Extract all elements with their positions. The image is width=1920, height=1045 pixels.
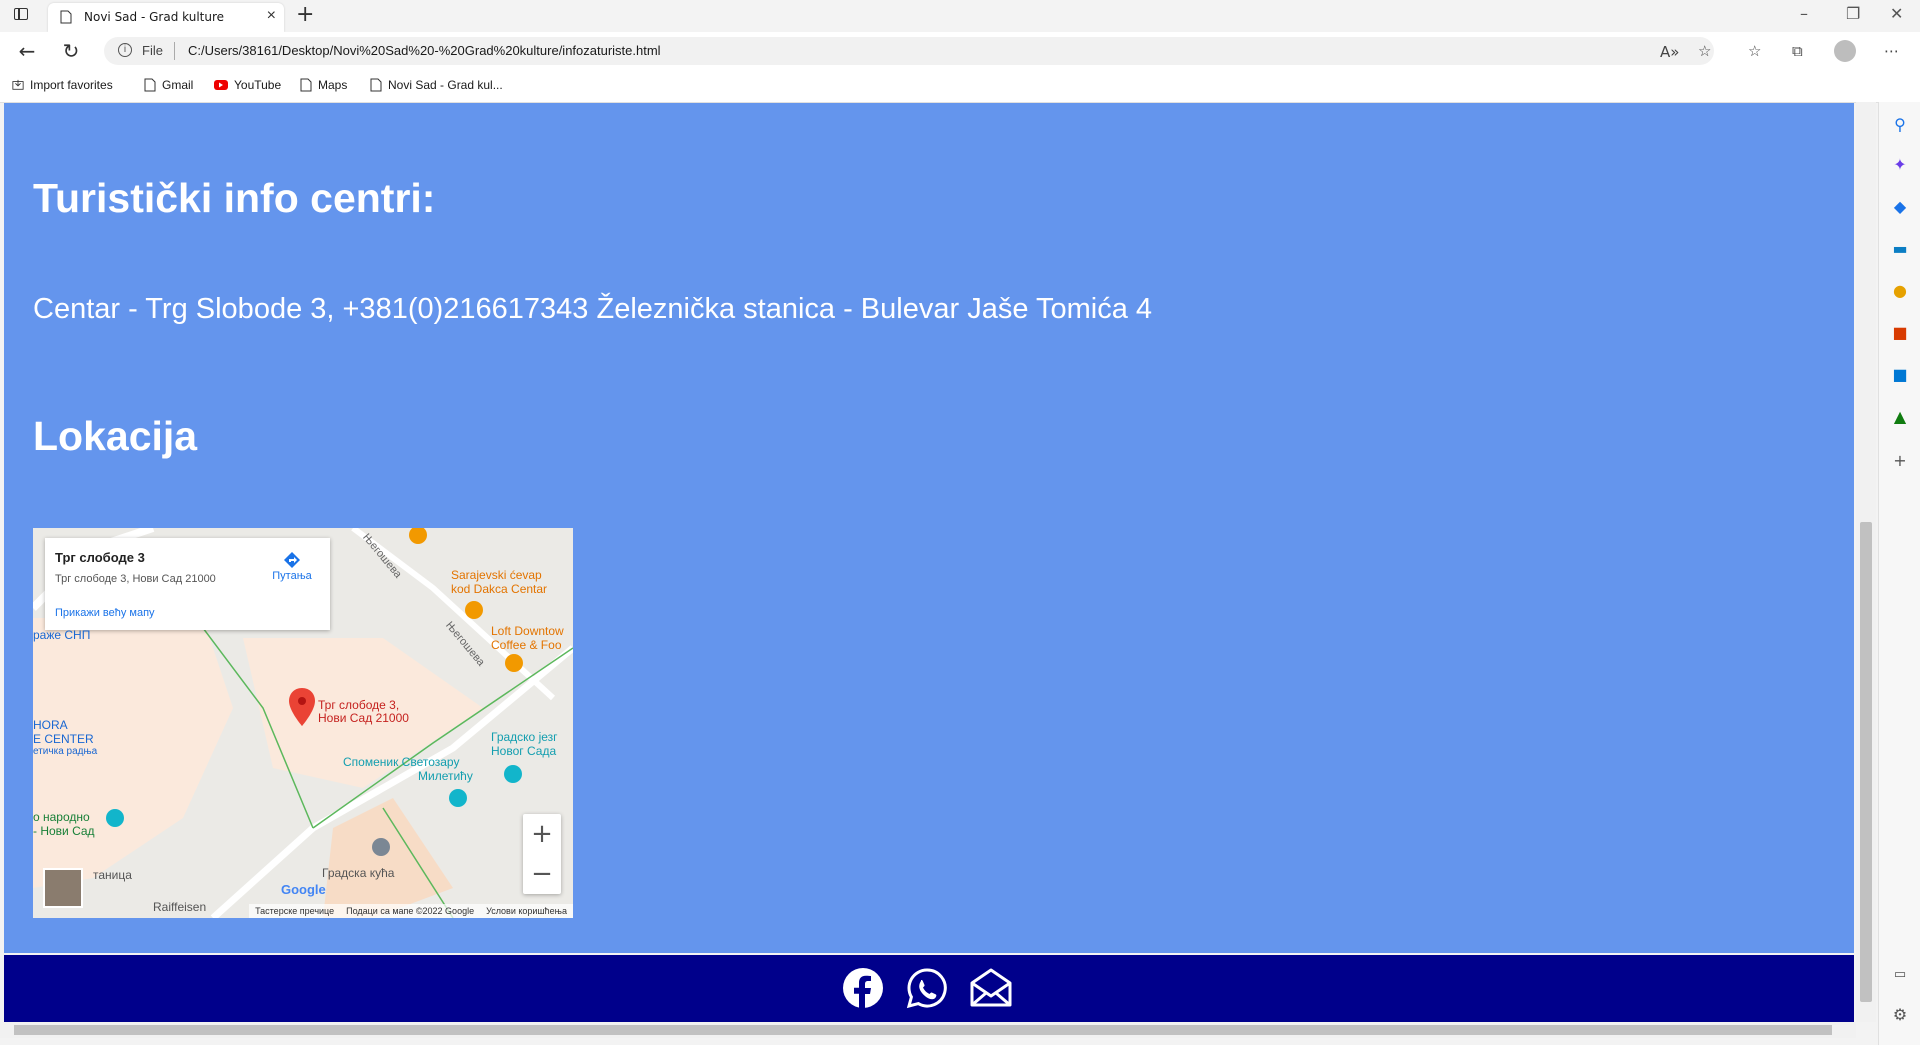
location-heading: Lokacija [33, 413, 198, 459]
window-close-icon[interactable]: ✕ [1890, 4, 1903, 23]
youtube-icon [214, 80, 228, 90]
add-icon[interactable]: + [1891, 452, 1909, 470]
info-centers-text: Centar - Trg Slobode 3, +381(0)216617343… [33, 293, 1153, 325]
map-place-address: Трг слободе 3, Нови Сад 21000 [55, 573, 216, 585]
back-button[interactable]: ← [14, 38, 40, 64]
tools-icon[interactable]: ▬ [1891, 240, 1909, 258]
map-label: kod Dakca Centar [451, 582, 548, 596]
scroll-thumb[interactable] [14, 1025, 1832, 1035]
browser-tab[interactable]: Novi Sad - Grad kulture × [48, 3, 284, 32]
satellite-toggle[interactable] [43, 868, 83, 908]
map-label: Споменик Светозару [343, 755, 460, 769]
profile-avatar[interactable] [1834, 40, 1856, 62]
larger-map-link[interactable]: Прикажи већу мапу [55, 607, 155, 619]
settings-icon[interactable]: ⚙ [1891, 1006, 1909, 1024]
keyboard-shortcuts-link[interactable]: Тастерске пречице [255, 906, 334, 916]
favorites-icon[interactable]: ☆ [1748, 42, 1761, 60]
map-label: Милетићу [418, 769, 473, 783]
page-icon [300, 78, 312, 92]
fav-gmail[interactable]: Gmail [144, 78, 193, 92]
whatsapp-icon[interactable] [906, 967, 948, 1009]
tree-icon[interactable]: ▲ [1891, 408, 1909, 426]
read-aloud-icon[interactable]: A» [1660, 43, 1679, 61]
google-logo: Google [281, 882, 326, 897]
map-label: Градска кућа [322, 866, 395, 880]
map-label: Градско језг [491, 730, 558, 744]
map-label: о народно [33, 810, 90, 824]
sidebar-panel-icon[interactable]: ▭ [1891, 966, 1909, 984]
zoom-in-button[interactable]: + [523, 814, 561, 854]
tab-bar: Novi Sad - Grad kulture × + – ❐ ✕ [0, 0, 1920, 32]
page-footer [4, 955, 1854, 1023]
address-bar: ← ↻ i File C:/Users/38161/Desktop/Novi%2… [0, 32, 1920, 70]
tab-title: Novi Sad - Grad kulture [84, 10, 225, 24]
directions-button[interactable]: Путања [267, 550, 317, 582]
map-label: HORA [33, 718, 68, 732]
fav-import[interactable]: Import favorites [12, 78, 113, 92]
fav-maps[interactable]: Maps [300, 78, 347, 92]
map-data-text: Подаци са мапе ©2022 Google [346, 906, 475, 916]
url-field[interactable]: i File C:/Users/38161/Desktop/Novi%20Sad… [104, 37, 1714, 65]
collections-icon[interactable]: ⧉ [1792, 42, 1803, 60]
close-tab-icon[interactable]: × [267, 7, 276, 25]
zoom-controls: + − [523, 814, 561, 894]
map-attribution: Тастерске пречице Подаци са мапе ©2022 G… [249, 904, 573, 918]
page-icon [370, 78, 382, 92]
new-tab-button[interactable]: + [296, 2, 314, 27]
page-content: Turistički info centri: Centar - Trg Slo… [4, 103, 1854, 953]
map-info-card: Трг слободе 3 Трг слободе 3, Нови Сад 21… [45, 538, 330, 630]
restore-icon[interactable]: ❐ [1846, 4, 1860, 23]
page-icon [144, 78, 156, 92]
map-label: - Нови Сад [33, 824, 95, 838]
facebook-icon[interactable] [842, 967, 884, 1009]
more-menu-icon[interactable]: ⋯ [1884, 42, 1899, 60]
outlook-icon[interactable]: ■ [1891, 366, 1909, 384]
search-icon[interactable]: ⚲ [1891, 116, 1909, 134]
url-divider [174, 42, 175, 60]
mail-icon[interactable] [970, 967, 1012, 1009]
office-icon[interactable]: ■ [1891, 324, 1909, 342]
copilot-icon[interactable]: ✦ [1891, 156, 1909, 174]
map-label: таница [93, 868, 132, 882]
directions-icon [284, 552, 300, 568]
map-label: раже СНП [33, 628, 91, 642]
import-icon [12, 79, 24, 90]
map-label: Loft Downtow [491, 624, 564, 638]
add-favorite-icon[interactable]: ☆ [1698, 42, 1711, 60]
map-label: Raiffeisen [153, 900, 207, 914]
edge-sidebar: ⚲ ✦ ◆ ▬ ● ■ ■ ▲ + ▭ ⚙ [1878, 102, 1920, 1045]
minimize-icon[interactable]: – [1800, 4, 1808, 23]
map-label: Sarajevski ćevap [451, 568, 542, 582]
fav-novi-sad[interactable]: Novi Sad - Grad kul... [370, 78, 503, 92]
map-label: E CENTER [33, 732, 94, 746]
info-centers-heading: Turistički info centri: [33, 175, 436, 221]
favorites-bar: Import favorites Gmail YouTube Maps Novi… [0, 70, 1920, 103]
shopping-icon[interactable]: ◆ [1891, 198, 1909, 216]
info-icon[interactable]: i [118, 43, 132, 57]
scroll-thumb[interactable] [1860, 522, 1872, 1002]
embedded-map[interactable]: Трг слободе 3 Трг слободе 3, Нови Сад 21… [33, 528, 573, 918]
vertical-scrollbar[interactable] [1856, 102, 1876, 1022]
horizontal-scrollbar[interactable] [0, 1022, 1856, 1038]
map-label: Coffee & Foo [491, 638, 562, 652]
map-pin-label: Трг слободе 3, Нови Сад 21000 [318, 698, 409, 725]
url-scheme: File [142, 43, 163, 58]
page-icon [60, 10, 72, 24]
games-icon[interactable]: ● [1891, 282, 1909, 300]
url-text[interactable]: C:/Users/38161/Desktop/Novi%20Sad%20-%20… [188, 43, 661, 58]
terms-link[interactable]: Услови коришћења [486, 906, 567, 916]
fav-youtube[interactable]: YouTube [214, 78, 281, 92]
zoom-out-button[interactable]: − [523, 854, 561, 894]
map-label: Новог Сада [491, 744, 557, 758]
map-label: етичка радња [33, 746, 98, 757]
refresh-button[interactable]: ↻ [58, 38, 84, 64]
map-place-title: Трг слободе 3 [55, 550, 145, 565]
tab-actions-icon[interactable] [14, 8, 28, 20]
